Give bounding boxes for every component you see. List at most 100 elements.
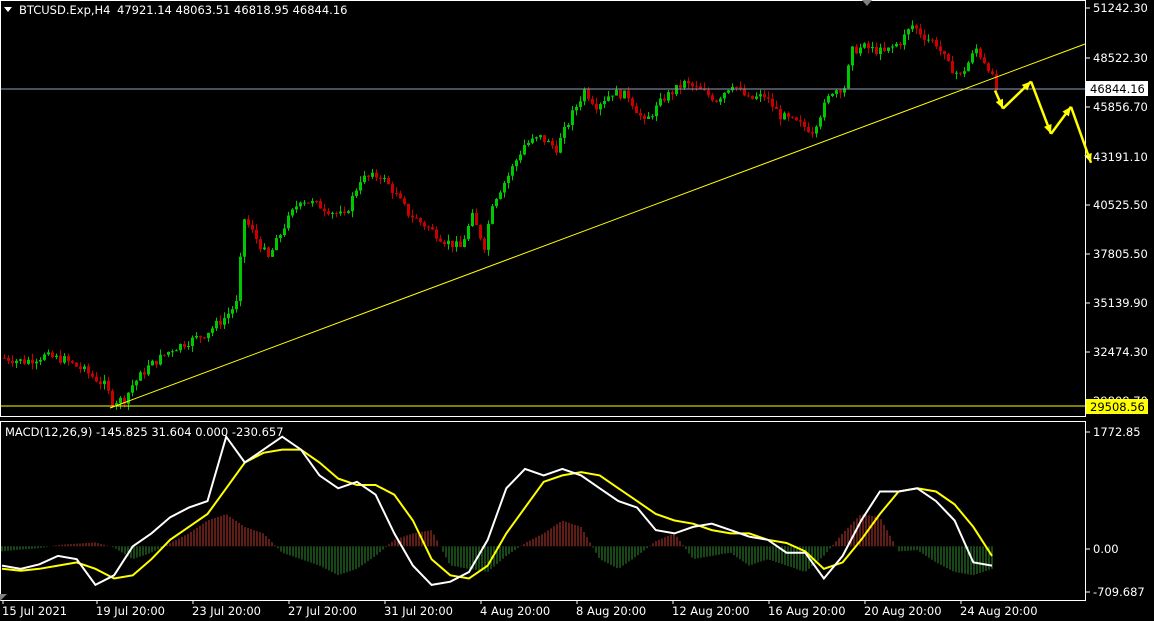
time-axis[interactable]: 15 Jul 2021 19 Jul 20:00 23 Jul 20:00 27 Ju… xyxy=(2,600,1038,618)
candle-body xyxy=(867,43,870,49)
time-tick-label: 23 Jul 20:00 xyxy=(192,604,261,618)
candle-body xyxy=(683,80,686,88)
candle-body xyxy=(567,125,570,127)
price-axis[interactable]: 51242.30 48522.30 45856.70 43191.10 40525.50… xyxy=(1085,1,1148,408)
candle-body xyxy=(231,309,234,314)
candle-body xyxy=(303,202,306,204)
candle-body xyxy=(239,256,242,302)
candle-body xyxy=(379,177,382,179)
candle-body xyxy=(139,372,142,381)
candle-body xyxy=(751,95,754,99)
macd-tick-label: -709.687 xyxy=(1093,585,1145,599)
time-tick-label: 24 Aug 20:00 xyxy=(960,604,1038,618)
candle-body xyxy=(107,380,110,391)
candle-body xyxy=(795,117,798,121)
candle-body xyxy=(599,104,602,110)
price-tick-label: 48522.30 xyxy=(1093,51,1148,65)
candle-body xyxy=(943,51,946,55)
macd-panel-border xyxy=(0,421,1086,601)
candle-body xyxy=(387,178,390,185)
candle-body xyxy=(467,225,470,240)
candle-body xyxy=(511,166,514,176)
trading-chart-window[interactable]: BTCUSD.Exp,H4 47921.14 48063.51 46818.95… xyxy=(0,0,1154,621)
candle-body xyxy=(75,362,78,367)
candle-body xyxy=(807,126,810,133)
candle-body xyxy=(939,46,942,52)
candle-body xyxy=(627,90,630,99)
candle-body xyxy=(911,25,914,30)
candle-body xyxy=(523,145,526,155)
macd-panel[interactable]: MACD(12,26,9) -145.825 31.604 0.000 -230… xyxy=(0,421,1086,601)
candle-body xyxy=(711,95,714,101)
candle-body xyxy=(267,247,270,257)
candle-body xyxy=(963,71,966,74)
candle-body xyxy=(879,47,882,55)
time-tick-label: 8 Aug 20:00 xyxy=(576,604,646,618)
candle-body xyxy=(819,117,822,127)
candle-body xyxy=(919,28,922,35)
candle-body xyxy=(391,184,394,194)
candle-body xyxy=(915,25,918,29)
candle-body xyxy=(603,100,606,105)
candle-body xyxy=(347,211,350,213)
candle-body xyxy=(367,175,370,177)
candle-body xyxy=(679,84,682,88)
candle-body xyxy=(23,359,26,364)
candle-body xyxy=(855,46,858,54)
time-tick-label: 4 Aug 20:00 xyxy=(480,604,550,618)
scroll-corner-icon[interactable] xyxy=(0,594,7,601)
candle-body xyxy=(227,313,230,319)
candle-body xyxy=(207,332,210,339)
macd-tick-label: 0.00 xyxy=(1093,542,1119,556)
candle-body xyxy=(407,203,410,216)
candle-body xyxy=(519,154,522,161)
candle-body xyxy=(831,93,834,96)
candle-body xyxy=(3,357,6,359)
time-tick-label: 16 Aug 20:00 xyxy=(768,604,846,618)
candle-body xyxy=(495,198,498,207)
candle-body xyxy=(419,218,422,223)
candle-body xyxy=(631,98,634,107)
candle-body xyxy=(191,337,194,346)
chart-title: BTCUSD.Exp,H4 xyxy=(19,3,111,17)
candle-body xyxy=(551,140,554,146)
candle-body xyxy=(811,132,814,134)
candle-body xyxy=(903,34,906,45)
candle-body xyxy=(263,247,266,250)
candle-body xyxy=(699,86,702,89)
candle-body xyxy=(927,39,930,41)
time-tick-label: 19 Jul 20:00 xyxy=(96,604,165,618)
candle-body xyxy=(275,238,278,251)
forecast-arrows[interactable] xyxy=(993,80,1093,164)
chart-shift-marker-icon[interactable] xyxy=(862,0,872,6)
candle-body xyxy=(119,397,122,404)
dropdown-triangle-icon[interactable] xyxy=(4,7,12,12)
time-tick-label: 27 Jul 20:00 xyxy=(288,604,357,618)
candle-body xyxy=(163,354,166,356)
price-panel[interactable]: BTCUSD.Exp,H4 47921.14 48063.51 46818.95… xyxy=(0,0,1093,417)
candle-body xyxy=(251,224,254,230)
candle-body xyxy=(871,46,874,49)
candle-body xyxy=(571,110,574,126)
candle-body xyxy=(151,360,154,366)
candle-body xyxy=(451,240,454,248)
candle-body xyxy=(771,98,774,107)
candle-body xyxy=(723,92,726,99)
candle-body xyxy=(643,115,646,119)
candle-body xyxy=(395,193,398,195)
candle-body xyxy=(447,240,450,245)
candle-body xyxy=(299,202,302,207)
candle-body xyxy=(787,113,790,117)
candle-body xyxy=(411,215,414,218)
candle-body xyxy=(987,63,990,72)
candle-body xyxy=(687,80,690,84)
candle-body xyxy=(727,90,730,93)
candle-body xyxy=(187,345,190,347)
candle-body xyxy=(827,95,830,103)
candle-body xyxy=(859,47,862,54)
candle-body xyxy=(455,241,458,248)
candle-body xyxy=(439,238,442,242)
candle-body xyxy=(247,219,250,225)
candle-body xyxy=(111,390,114,406)
price-tick-label: 45856.70 xyxy=(1093,100,1148,114)
